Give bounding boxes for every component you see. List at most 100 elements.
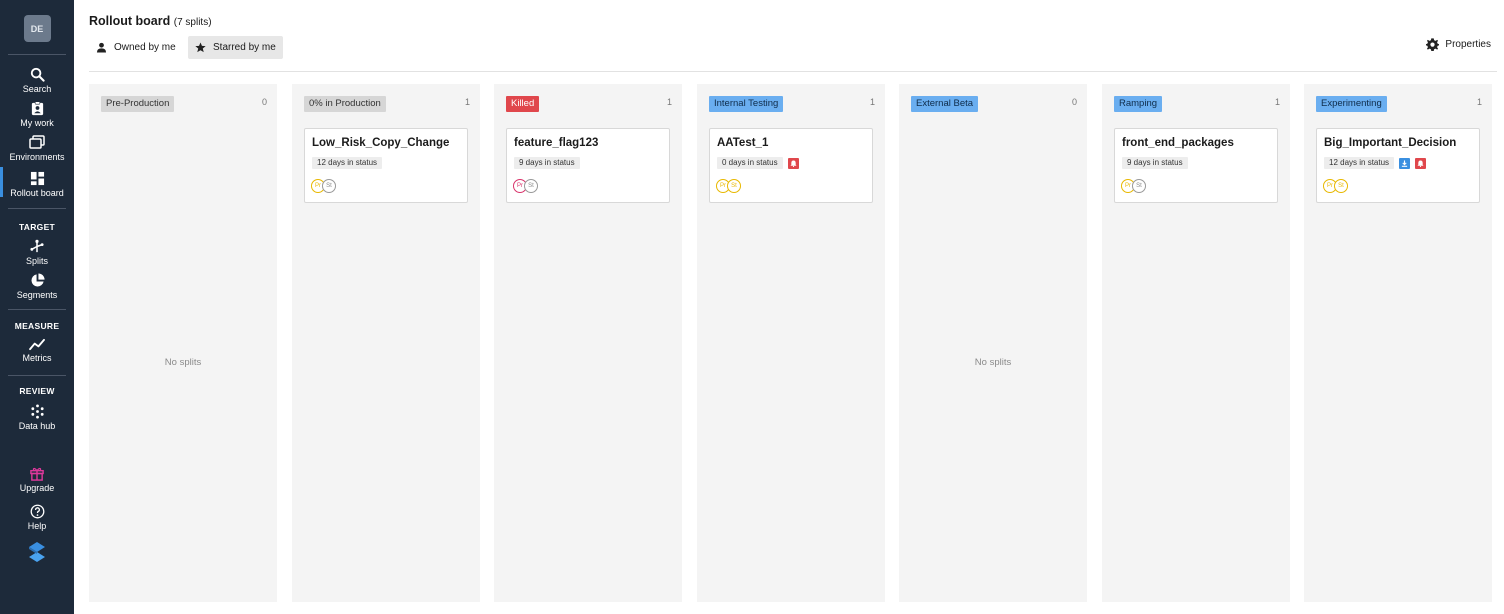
sidebar-item-label: Environments xyxy=(9,152,65,162)
status-row: 12 days in status xyxy=(312,157,383,169)
column-0-in-production: 0% in Production 1 Low_Risk_Copy_Change … xyxy=(292,84,480,602)
column-ramping: Ramping 1 front_end_packages 9 days in s… xyxy=(1102,84,1290,602)
user-icon xyxy=(96,42,107,53)
board-grid-icon xyxy=(30,171,44,186)
days-in-status: 9 days in status xyxy=(1122,157,1188,169)
column-count: 1 xyxy=(1476,97,1482,107)
status-tag: External Beta xyxy=(911,96,979,112)
sidebar-divider xyxy=(8,375,66,376)
filter-starred-by-me[interactable]: Starred by me xyxy=(188,36,283,59)
split-card[interactable]: Big_Important_Decision 12 days in status… xyxy=(1316,128,1480,203)
split-count: (7 splits) xyxy=(173,17,212,28)
column-count: 0 xyxy=(1071,97,1077,107)
sidebar-item-segments[interactable]: Segments xyxy=(0,273,74,300)
page-title-text: Rollout board xyxy=(89,14,171,28)
sidebar-item-help[interactable]: Help xyxy=(0,504,74,531)
environment-circle[interactable]: St xyxy=(322,179,336,193)
status-row: 0 days in status xyxy=(717,157,799,169)
help-circle-icon xyxy=(30,504,44,519)
column-header: 0% in Production 1 xyxy=(304,96,470,112)
clipboard-user-icon xyxy=(31,101,43,116)
days-in-status: 9 days in status xyxy=(514,157,580,169)
status-tag: Killed xyxy=(506,96,540,112)
column-count: 0 xyxy=(261,97,267,107)
column-header: Ramping 1 xyxy=(1114,96,1280,112)
filter-owned-label: Owned by me xyxy=(114,42,176,53)
sidebar-item-upgrade[interactable]: Upgrade xyxy=(0,466,74,493)
column-header: Killed 1 xyxy=(506,96,672,112)
column-count: 1 xyxy=(1274,97,1280,107)
status-tag: Pre-Production xyxy=(101,96,175,112)
properties-button[interactable]: Properties xyxy=(1426,38,1491,51)
rollout-board: Pre-Production 0 No splits 0% in Product… xyxy=(89,84,1497,602)
status-row: 9 days in status xyxy=(514,157,580,169)
split-logo-icon[interactable] xyxy=(26,541,48,570)
section-label-measure: MEASURE xyxy=(14,321,60,331)
status-tag: Internal Testing xyxy=(709,96,784,112)
column-header: Pre-Production 0 xyxy=(101,96,267,112)
bell-icon[interactable] xyxy=(1415,157,1427,169)
environment-circles: Pr St xyxy=(311,179,336,193)
column-count: 1 xyxy=(869,97,875,107)
environment-circles: Pr St xyxy=(716,179,741,193)
environment-circle[interactable]: St xyxy=(727,179,741,193)
split-card[interactable]: front_end_packages 9 days in status Pr S… xyxy=(1114,128,1278,203)
split-name: front_end_packages xyxy=(1122,137,1234,149)
split-card[interactable]: AATest_1 0 days in status Pr St xyxy=(709,128,873,203)
sidebar-item-label: Segments xyxy=(16,290,58,300)
environment-circle[interactable]: St xyxy=(1334,179,1348,193)
column-pre-production: Pre-Production 0 No splits xyxy=(89,84,277,602)
sidebar-item-label: Search xyxy=(22,84,52,94)
bell-icon[interactable] xyxy=(787,157,799,169)
split-branch-icon xyxy=(30,239,44,253)
sidebar-divider xyxy=(8,208,66,209)
download-icon[interactable] xyxy=(1399,157,1411,169)
environment-circles: Pr St xyxy=(1323,179,1348,193)
split-card[interactable]: feature_flag123 9 days in status Pr St xyxy=(506,128,670,203)
environment-circle[interactable]: St xyxy=(524,179,538,193)
search-icon xyxy=(30,67,45,82)
column-external-beta: External Beta 0 No splits xyxy=(899,84,1087,602)
sidebar-divider xyxy=(8,54,66,55)
dots-grid-icon xyxy=(30,404,44,419)
split-name: feature_flag123 xyxy=(514,137,599,149)
layers-icon xyxy=(29,135,45,149)
section-label-target: TARGET xyxy=(18,222,56,232)
sidebar-item-splits[interactable]: Splits xyxy=(0,239,74,266)
sidebar-item-data-hub[interactable]: Data hub xyxy=(0,404,74,431)
sidebar-item-label: Help xyxy=(27,521,47,531)
sidebar-item-label: My work xyxy=(20,118,54,128)
days-in-status: 12 days in status xyxy=(1324,157,1395,169)
sidebar-item-metrics[interactable]: Metrics xyxy=(0,338,74,363)
environment-circles: Pr St xyxy=(513,179,538,193)
column-header: External Beta 0 xyxy=(911,96,1077,112)
days-in-status: 0 days in status xyxy=(717,157,783,169)
sidebar-item-environments[interactable]: Environments xyxy=(0,135,74,162)
sidebar: DE Search My work Environments Rollout b… xyxy=(0,0,74,614)
sidebar-item-label: Metrics xyxy=(22,353,52,363)
status-tag: Ramping xyxy=(1114,96,1163,112)
sidebar-item-search[interactable]: Search xyxy=(0,67,74,94)
column-header: Experimenting 1 xyxy=(1316,96,1482,112)
sidebar-item-label: Rollout board xyxy=(10,188,64,198)
filter-starred-label: Starred by me xyxy=(213,42,276,53)
avatar[interactable]: DE xyxy=(23,15,51,42)
environment-circle[interactable]: St xyxy=(1132,179,1146,193)
sidebar-item-label: Upgrade xyxy=(19,483,55,493)
sidebar-item-label: Data hub xyxy=(18,421,56,431)
filter-owned-by-me[interactable]: Owned by me xyxy=(89,36,183,59)
page-header: Rollout board (7 splits) Owned by me Sta… xyxy=(89,0,1497,72)
status-row: 9 days in status xyxy=(1122,157,1188,169)
status-row: 12 days in status xyxy=(1324,157,1427,169)
days-in-status: 12 days in status xyxy=(312,157,383,169)
status-tag: 0% in Production xyxy=(304,96,386,112)
split-card[interactable]: Low_Risk_Copy_Change 12 days in status P… xyxy=(304,128,468,203)
empty-state: No splits xyxy=(164,357,202,368)
empty-state: No splits xyxy=(974,357,1012,368)
column-count: 1 xyxy=(464,97,470,107)
column-count: 1 xyxy=(666,97,672,107)
sidebar-item-my-work[interactable]: My work xyxy=(0,101,74,128)
split-name: AATest_1 xyxy=(717,137,769,149)
column-internal-testing: Internal Testing 1 AATest_1 0 days in st… xyxy=(697,84,885,602)
sidebar-item-rollout-board[interactable]: Rollout board xyxy=(0,167,74,198)
